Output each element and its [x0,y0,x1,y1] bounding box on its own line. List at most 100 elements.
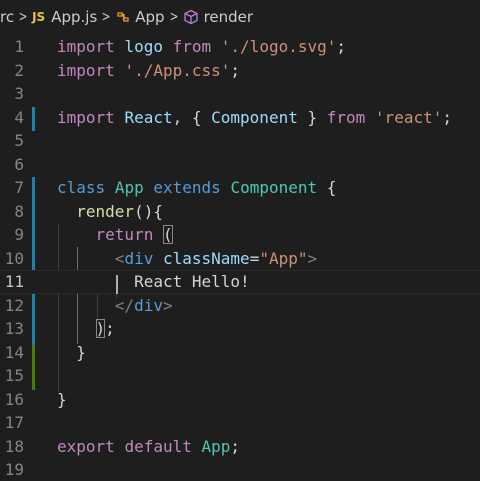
code-token: './App.css' [124,60,231,80]
code-token: > [307,248,318,268]
code-line[interactable]: 3 [0,82,480,106]
line-number: 7 [14,178,24,197]
code-line[interactable]: 15 [0,364,480,388]
line-number: 19 [4,460,24,479]
code-token: } [57,342,86,362]
line-number: 11 [4,272,24,291]
code-token: = [249,248,260,268]
code-content: </div> [57,294,173,318]
breadcrumb: rc > JS App.js > App > render [0,0,480,34]
code-line[interactable]: 2 import './App.css'; [0,59,480,83]
code-line[interactable]: 19 [0,458,480,481]
code-token: App [114,178,144,197]
breadcrumb-class-label: App [135,8,165,26]
code-token: default [124,436,192,456]
line-number: 9 [14,225,24,244]
code-line[interactable]: 14 } [0,341,480,365]
code-content: React Hello! [57,271,250,293]
breadcrumb-class[interactable]: App [115,8,165,26]
line-number: 1 [14,37,24,56]
code-token: class [57,178,106,197]
code-token: 'react' [374,107,443,127]
code-token: ( [162,225,173,244]
code-token: App [201,436,231,456]
method-cube-icon [183,9,198,25]
code-line[interactable]: 17 [0,411,480,435]
line-number: 16 [4,389,24,409]
code-content: import logo from './logo.svg'; [57,35,346,59]
line-number: 15 [4,366,24,385]
chevron-right-icon: > [169,9,178,25]
code-token: import [57,37,115,56]
line-number: 12 [4,295,24,315]
breadcrumb-method-label: render [203,8,254,26]
breadcrumb-file[interactable]: JS App.js [32,8,97,26]
code-line[interactable]: 4 import React, { Component } from 'react… [0,106,480,130]
code-line[interactable]: 13 ); [0,317,480,341]
code-line[interactable]: 9 return ( [0,223,480,247]
code-line[interactable]: 1 import logo from './logo.svg'; [0,35,480,59]
code-token: return [95,225,154,244]
code-token: </ [114,295,135,315]
code-token: ; [105,319,115,338]
editor-text-area[interactable]: 1 import logo from './logo.svg'; 2 import '… [0,34,480,481]
code-token: } [57,389,67,409]
code-line[interactable]: 10 <div className="App"> [0,247,480,271]
code-content: } [57,388,67,412]
breadcrumb-method[interactable]: render [183,8,254,26]
code-token: div [124,248,154,268]
breadcrumb-folder[interactable]: rc [0,8,14,26]
code-token: logo [124,37,163,56]
code-content: } [57,341,86,365]
code-token: './logo.svg' [220,37,337,56]
code-content: ); [57,317,115,341]
code-content: import './App.css'; [57,59,240,83]
code-line[interactable]: 18 export default App; [0,435,480,459]
class-symbol-icon [117,12,129,22]
code-token: "App" [259,248,308,268]
code-token: Component [211,107,298,127]
code-token: export [57,436,115,456]
line-number: 13 [4,319,24,338]
line-number: 14 [4,342,24,362]
code-line[interactable]: 8 render(){ [0,200,480,224]
line-number: 6 [14,154,24,174]
code-line[interactable]: 6 [0,153,480,177]
code-token: import [57,60,115,80]
line-number: 3 [14,84,24,103]
text-cursor [116,275,118,294]
code-line[interactable]: 16} [0,388,480,412]
code-line[interactable]: 5 [0,129,480,153]
breadcrumb-file-label: App.js [51,8,98,26]
code-token: Component [230,178,318,197]
line-number: 5 [14,131,24,150]
chevron-right-icon: > [101,9,111,25]
code-line[interactable]: 12 </div> [0,294,480,318]
code-line[interactable]: 11 React Hello! [0,270,480,294]
code-token: ; [230,436,241,456]
code-token: } [297,107,327,127]
javascript-file-icon: JS [32,10,46,24]
code-content: export default App; [57,435,240,459]
code-token: div [134,295,163,315]
code-token: > [162,295,173,315]
code-line[interactable]: 7 class App extends Component { [0,176,480,200]
code-content: render(){ [57,200,163,224]
code-token: ; [230,60,241,80]
line-number: 8 [14,201,24,221]
code-token: from [326,107,366,127]
line-number: 10 [4,248,24,268]
